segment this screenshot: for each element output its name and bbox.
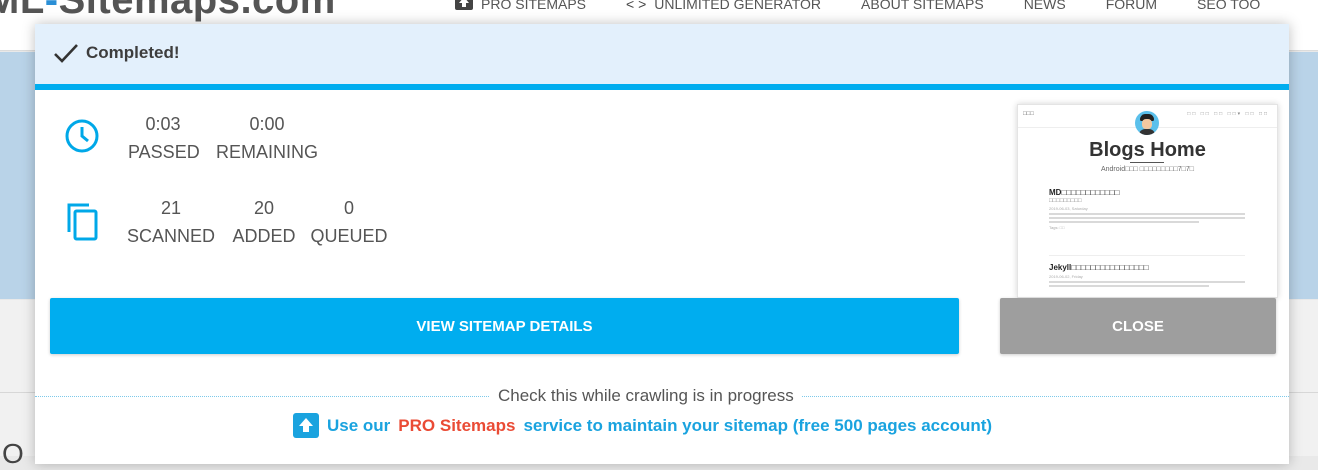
preview-post-date: 2019-06-03, Saturday: [1049, 206, 1088, 211]
remaining-label: REMAINING: [216, 142, 319, 162]
remaining-value: 0:00: [249, 114, 285, 134]
nav-label: SEO TOO: [1197, 0, 1261, 12]
logo-text: Sitemaps.com: [58, 0, 336, 22]
nav-item-about-sitemaps[interactable]: ABOUT SITEMAPS: [861, 0, 984, 13]
preview-post: MD□□□□□□□□□□□□ □□□□□□□□□ 2019-06-03, Sat…: [1049, 188, 1249, 230]
site-preview-thumbnail: □□□ □□ □□ □□ □□▾ □□ □□ Blogs Home Androi…: [1017, 104, 1278, 298]
pro-sitemaps-link[interactable]: PRO Sitemaps: [398, 416, 515, 436]
queued-value: 0: [343, 198, 354, 218]
preview-title-rule: [1130, 162, 1164, 163]
site-nav: PRO SITEMAPS < > UNLIMITED GENERATOR ABO…: [455, 0, 1300, 13]
promo-text-before: Use our: [327, 415, 391, 435]
preview-post: Jekyll□□□□□□□□□□□□□□□□ 2019-06-02, Frida…: [1049, 263, 1249, 287]
upload-icon: [455, 0, 473, 13]
promo-text-after: service to maintain your sitemap (free 5…: [523, 415, 993, 435]
nav-item-news[interactable]: NEWS: [1024, 0, 1066, 13]
view-sitemap-details-button[interactable]: VIEW SITEMAP DETAILS: [50, 298, 959, 354]
scanned-value: 21: [160, 198, 182, 218]
copy-icon: [65, 202, 99, 247]
nav-item-seo-tools[interactable]: SEO TOO: [1197, 0, 1260, 13]
preview-post-subtitle: □□□□□□□□□: [1049, 198, 1082, 204]
preview-post-title: Jekyll□□□□□□□□□□□□□□□□: [1049, 263, 1149, 272]
queued-label: QUEUED: [310, 226, 388, 246]
nav-label: UNLIMITED GENERATOR: [654, 0, 822, 12]
code-icon: < >: [626, 0, 647, 12]
avatar: [1135, 111, 1159, 135]
modal-header: Completed!: [35, 24, 1289, 90]
crawling-hint: Check this while crawling is in progress: [490, 386, 802, 406]
passed-label: PASSED: [128, 142, 200, 162]
added-label: ADDED: [232, 226, 296, 246]
completion-modal: Completed! 0:03 PASSED 0:00 REMAINING 21…: [35, 24, 1289, 464]
preview-nav-right: □□ □□ □□ □□▾ □□ □□: [1187, 111, 1269, 117]
site-logo[interactable]: ML-Sitemaps.com: [0, 0, 336, 23]
pro-sitemaps-promo[interactable]: Use our PRO Sitemaps service to maintain…: [293, 413, 992, 438]
preview-post-tags: Tags: □□: [1049, 225, 1065, 230]
upload-icon: [293, 413, 319, 438]
stat-added: 20 ADDED: [229, 197, 299, 247]
logo-prefix: ML: [0, 0, 45, 22]
nav-label: NEWS: [1023, 0, 1066, 12]
preview-subtitle: Android□□□ □□□□□□□□□7□7□: [1100, 166, 1195, 173]
nav-label: PRO SITEMAPS: [481, 0, 587, 12]
check-icon: [54, 44, 78, 63]
modal-title: Completed!: [86, 43, 180, 62]
stat-remaining: 0:00 REMAINING: [216, 113, 318, 163]
preview-nav-left: □□□: [1023, 111, 1034, 117]
preview-post-title: MD□□□□□□□□□□□□: [1049, 188, 1120, 197]
close-button[interactable]: CLOSE: [1000, 298, 1276, 354]
lower-heading-stub: O: [2, 438, 24, 469]
nav-label: ABOUT SITEMAPS: [861, 0, 984, 12]
stat-queued: 0 QUEUED: [309, 197, 389, 247]
clock-icon: [64, 118, 100, 159]
passed-value: 0:03: [145, 114, 181, 134]
stat-scanned: 21 SCANNED: [126, 197, 216, 247]
stat-passed: 0:03 PASSED: [128, 113, 200, 163]
scanned-label: SCANNED: [126, 226, 215, 246]
preview-title: Blogs Home: [1089, 139, 1206, 161]
preview-separator: [1049, 255, 1245, 256]
nav-item-forum[interactable]: FORUM: [1106, 0, 1157, 13]
nav-item-unlimited-generator[interactable]: < > UNLIMITED GENERATOR: [626, 0, 821, 13]
preview-post-date: 2019-06-02, Friday: [1049, 274, 1083, 279]
added-value: 20: [253, 198, 275, 218]
nav-item-pro-sitemaps[interactable]: PRO SITEMAPS: [455, 0, 586, 13]
nav-label: FORUM: [1105, 0, 1158, 12]
logo-dash: -: [44, 0, 59, 22]
